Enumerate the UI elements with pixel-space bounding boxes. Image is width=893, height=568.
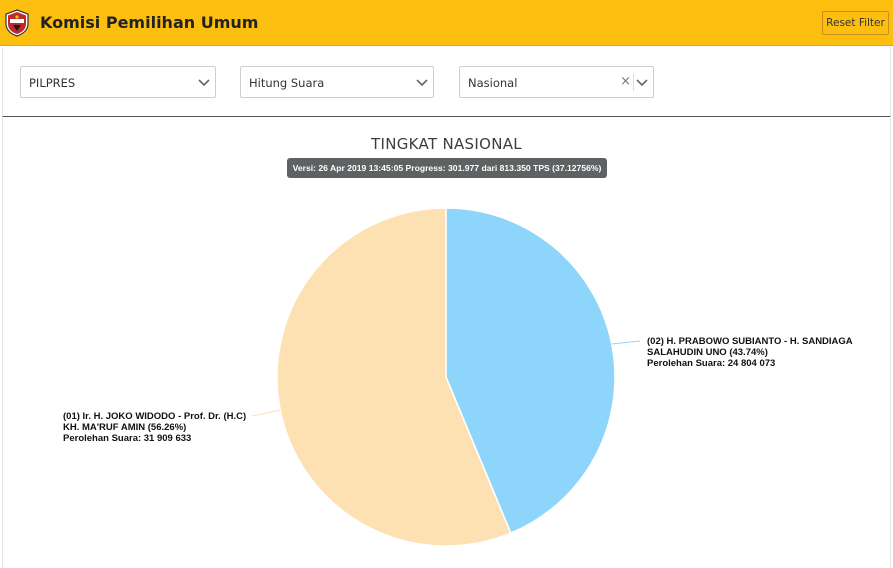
slice-label-1: (02) H. PRABOWO SUBIANTO - H. SANDIAGA SA… — [647, 336, 853, 369]
pie-chart: (02) H. PRABOWO SUBIANTO - H. SANDIAGA SA… — [63, 207, 853, 547]
slice-label-2: (01) Ir. H. JOKO WIDODO - Prof. Dr. (H.C… — [63, 411, 246, 444]
slice-connector-1 — [611, 340, 641, 345]
slice-connector-2 — [251, 409, 281, 417]
